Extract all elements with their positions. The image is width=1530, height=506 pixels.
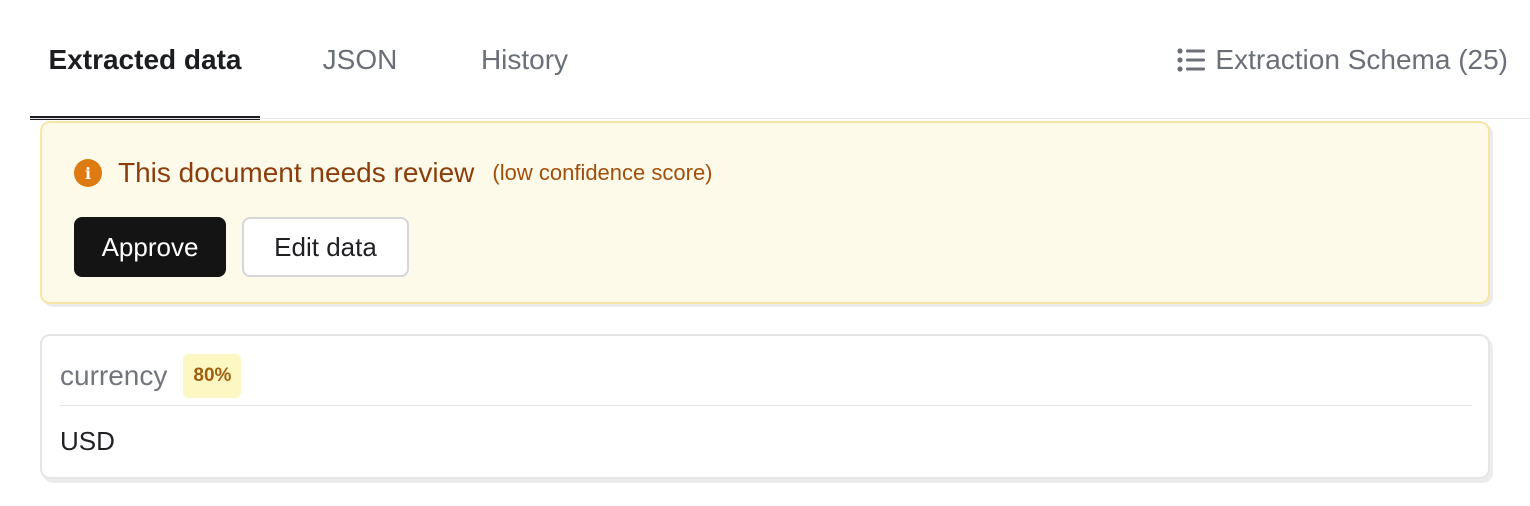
- field-card-currency: currency 80% USD: [40, 334, 1490, 479]
- tab-json-label: JSON: [322, 44, 398, 75]
- tab-bar: Extracted data JSON History Extraction S…: [0, 0, 1530, 120]
- review-actions: Approve Edit data: [74, 217, 409, 277]
- field-divider: [60, 405, 1472, 406]
- tab-json[interactable]: JSON: [300, 0, 420, 120]
- review-title: This document needs review: [118, 157, 475, 188]
- edit-data-button[interactable]: Edit data: [242, 217, 409, 277]
- field-name: currency: [60, 360, 168, 391]
- review-subtitle: (low confidence score): [492, 160, 713, 185]
- review-banner: i This document needs review (low confid…: [40, 121, 1490, 304]
- field-value[interactable]: USD: [60, 426, 115, 457]
- approve-button[interactable]: Approve: [74, 217, 226, 277]
- info-icon: i: [74, 159, 102, 187]
- tab-history-label: History: [480, 44, 569, 75]
- field-header: currency 80%: [60, 354, 242, 398]
- confidence-badge: 80%: [183, 354, 242, 398]
- tab-extracted-data-label: Extracted data: [48, 44, 242, 75]
- list-icon: [1177, 48, 1206, 72]
- extraction-panel: Extracted data JSON History Extraction S…: [0, 0, 1530, 506]
- extraction-schema-button[interactable]: Extraction Schema (25): [1177, 34, 1508, 86]
- tab-bar-divider: [30, 118, 1530, 119]
- extraction-schema-label: Extraction Schema (25): [1215, 44, 1508, 75]
- tab-history[interactable]: History: [462, 0, 587, 120]
- review-header: i This document needs review (low confid…: [74, 157, 713, 189]
- tab-extracted-data[interactable]: Extracted data: [30, 0, 260, 120]
